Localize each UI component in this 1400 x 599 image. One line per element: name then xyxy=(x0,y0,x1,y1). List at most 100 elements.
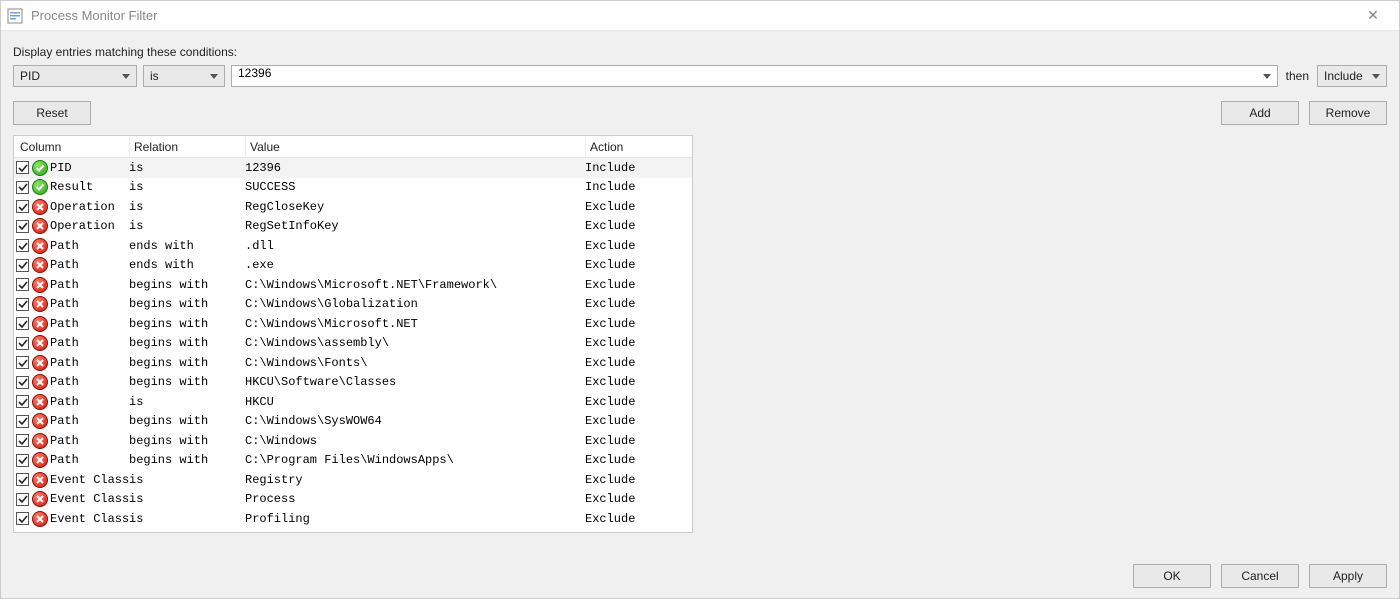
remove-button[interactable]: Remove xyxy=(1309,101,1387,125)
row-checkbox[interactable] xyxy=(16,376,29,389)
exclude-icon xyxy=(32,472,48,488)
header-value[interactable]: Value xyxy=(246,136,586,157)
builder-button-row: Reset Add Remove xyxy=(13,101,1387,125)
cell-relation: is xyxy=(129,219,245,233)
cell-column: PID xyxy=(50,161,129,175)
instruction-label: Display entries matching these condition… xyxy=(13,45,1387,59)
row-checkbox[interactable] xyxy=(16,259,29,272)
table-row[interactable]: Pathbegins withC:\WindowsExclude xyxy=(14,431,692,451)
row-checkbox[interactable] xyxy=(16,200,29,213)
table-row[interactable]: Event ClassisRegistryExclude xyxy=(14,470,692,490)
exclude-icon xyxy=(32,452,48,468)
cell-action: Exclude xyxy=(585,395,692,409)
row-checkbox[interactable] xyxy=(16,181,29,194)
cell-action: Exclude xyxy=(585,219,692,233)
cell-column: Event Class xyxy=(50,473,129,487)
titlebar: Process Monitor Filter ✕ xyxy=(1,1,1399,31)
table-row[interactable]: PathisHKCUExclude xyxy=(14,392,692,412)
row-checkbox[interactable] xyxy=(16,493,29,506)
dialog-body: Display entries matching these condition… xyxy=(1,31,1399,598)
exclude-icon xyxy=(32,296,48,312)
row-checkbox[interactable] xyxy=(16,454,29,467)
table-row[interactable]: Pathbegins withC:\Windows\Fonts\Exclude xyxy=(14,353,692,373)
action-dropdown[interactable]: Include xyxy=(1317,65,1387,87)
close-button[interactable]: ✕ xyxy=(1353,7,1393,24)
add-button[interactable]: Add xyxy=(1221,101,1299,125)
row-checkbox[interactable] xyxy=(16,298,29,311)
cell-relation: begins with xyxy=(129,434,245,448)
table-row[interactable]: Pathends with.dllExclude xyxy=(14,236,692,256)
cell-relation: begins with xyxy=(129,297,245,311)
table-row[interactable]: Pathends with.exeExclude xyxy=(14,256,692,276)
row-checkbox[interactable] xyxy=(16,512,29,525)
exclude-icon xyxy=(32,491,48,507)
exclude-icon xyxy=(32,394,48,410)
cell-column: Path xyxy=(50,434,129,448)
table-row[interactable]: Pathbegins withC:\Windows\GlobalizationE… xyxy=(14,295,692,315)
cell-value: Registry xyxy=(245,473,585,487)
cell-action: Exclude xyxy=(585,317,692,331)
row-checkbox[interactable] xyxy=(16,317,29,330)
exclude-icon xyxy=(32,257,48,273)
cell-relation: begins with xyxy=(129,356,245,370)
row-checkbox[interactable] xyxy=(16,337,29,350)
cell-value: C:\Windows\Globalization xyxy=(245,297,585,311)
cell-value: Profiling xyxy=(245,512,585,526)
table-row[interactable]: OperationisRegSetInfoKeyExclude xyxy=(14,217,692,237)
exclude-icon xyxy=(32,355,48,371)
cell-relation: begins with xyxy=(129,414,245,428)
dialog-window: Process Monitor Filter ✕ Display entries… xyxy=(0,0,1400,599)
apply-button[interactable]: Apply xyxy=(1309,564,1387,588)
exclude-icon xyxy=(32,199,48,215)
column-dropdown[interactable]: PID xyxy=(13,65,137,87)
row-checkbox[interactable] xyxy=(16,278,29,291)
cell-value: .dll xyxy=(245,239,585,253)
table-row[interactable]: Event ClassisProcessExclude xyxy=(14,490,692,510)
cell-relation: begins with xyxy=(129,453,245,467)
exclude-icon xyxy=(32,511,48,527)
table-row[interactable]: Pathbegins withHKCU\Software\ClassesExcl… xyxy=(14,373,692,393)
row-checkbox[interactable] xyxy=(16,239,29,252)
cell-value: C:\Windows\Microsoft.NET\Framework\ xyxy=(245,278,585,292)
cell-action: Exclude xyxy=(585,473,692,487)
reset-button[interactable]: Reset xyxy=(13,101,91,125)
table-row[interactable]: Pathbegins withC:\Program Files\WindowsA… xyxy=(14,451,692,471)
cell-relation: ends with xyxy=(129,239,245,253)
table-row[interactable]: Pathbegins withC:\Windows\assembly\Exclu… xyxy=(14,334,692,354)
row-checkbox[interactable] xyxy=(16,415,29,428)
row-checkbox[interactable] xyxy=(16,395,29,408)
cell-action: Exclude xyxy=(585,375,692,389)
table-row[interactable]: Pathbegins withC:\Windows\SysWOW64Exclud… xyxy=(14,412,692,432)
exclude-icon xyxy=(32,374,48,390)
table-row[interactable]: PIDis12396Include xyxy=(14,158,692,178)
cancel-button[interactable]: Cancel xyxy=(1221,564,1299,588)
cell-action: Exclude xyxy=(585,258,692,272)
header-column[interactable]: Column xyxy=(14,136,130,157)
value-combobox[interactable]: 12396 xyxy=(231,65,1278,87)
table-row[interactable]: Pathbegins withC:\Windows\Microsoft.NETE… xyxy=(14,314,692,334)
table-row[interactable]: Event ClassisProfilingExclude xyxy=(14,509,692,529)
row-checkbox[interactable] xyxy=(16,161,29,174)
cell-value: C:\Windows\Microsoft.NET xyxy=(245,317,585,331)
relation-dropdown[interactable]: is xyxy=(143,65,225,87)
cell-column: Path xyxy=(50,414,129,428)
cell-value: HKCU\Software\Classes xyxy=(245,375,585,389)
row-checkbox[interactable] xyxy=(16,473,29,486)
header-action[interactable]: Action xyxy=(586,136,692,157)
cell-action: Include xyxy=(585,180,692,194)
table-row[interactable]: OperationisRegCloseKeyExclude xyxy=(14,197,692,217)
row-checkbox[interactable] xyxy=(16,356,29,369)
cell-column: Path xyxy=(50,395,129,409)
cell-value: HKCU xyxy=(245,395,585,409)
cell-column: Event Class xyxy=(50,512,129,526)
row-checkbox[interactable] xyxy=(16,220,29,233)
cell-value: .exe xyxy=(245,258,585,272)
header-relation[interactable]: Relation xyxy=(130,136,246,157)
row-checkbox[interactable] xyxy=(16,434,29,447)
table-row[interactable]: ResultisSUCCESSInclude xyxy=(14,178,692,198)
cell-relation: is xyxy=(129,395,245,409)
cell-relation: begins with xyxy=(129,375,245,389)
ok-button[interactable]: OK xyxy=(1133,564,1211,588)
table-row[interactable]: Pathbegins withC:\Windows\Microsoft.NET\… xyxy=(14,275,692,295)
cell-column: Path xyxy=(50,356,129,370)
